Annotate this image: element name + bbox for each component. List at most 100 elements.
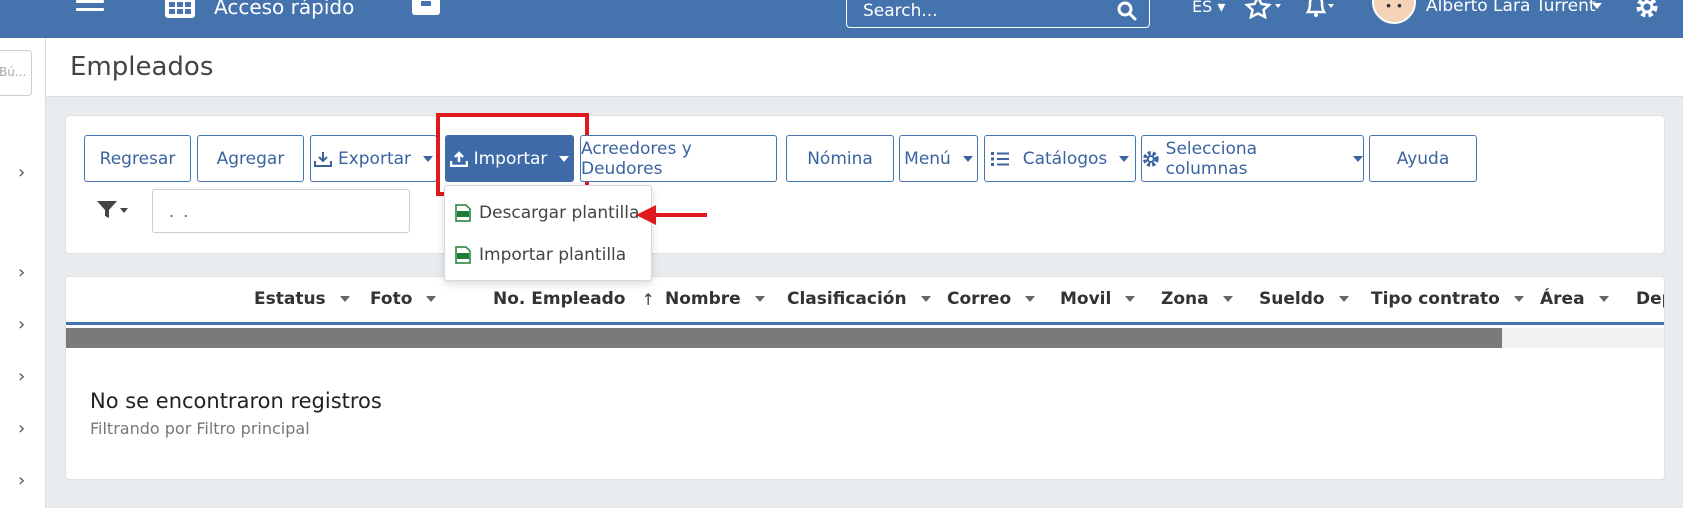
- sidebar-expand-chevron-icon[interactable]: ›: [18, 366, 25, 387]
- filter-input[interactable]: . .: [152, 189, 410, 233]
- sidebar-search-placeholder: Bú...: [0, 65, 27, 79]
- sort-caret-icon[interactable]: [339, 296, 350, 302]
- chevron-down-icon: [1119, 155, 1130, 162]
- search-placeholder: Search...: [863, 1, 938, 21]
- help-button-label: Ayuda: [1396, 148, 1450, 169]
- column-label: Sueldo: [1259, 289, 1325, 309]
- column-header-contract-type[interactable]: Tipo contrato: [1371, 289, 1524, 309]
- column-label: Dep: [1636, 289, 1664, 309]
- employees-table-card: Estatus Foto No. Empleado ↑ Nombre Clasif…: [65, 276, 1665, 480]
- xls-file-icon: [455, 246, 471, 264]
- creditors-debtors-button[interactable]: Acreedores y Deudores: [580, 135, 777, 182]
- add-button[interactable]: Agregar: [197, 135, 304, 182]
- column-header-status[interactable]: Estatus: [254, 289, 350, 309]
- xls-file-icon: [455, 204, 471, 222]
- sidebar-expand-chevron-icon[interactable]: ›: [18, 162, 25, 183]
- sidebar-expand-chevron-icon[interactable]: ›: [18, 418, 25, 439]
- download-icon: [313, 151, 332, 167]
- empty-state-title: No se encontraron registros: [90, 389, 382, 413]
- select-columns-button[interactable]: Selecciona columnas: [1141, 135, 1364, 182]
- menu-dropdown-button[interactable]: Menú: [899, 135, 978, 182]
- sort-caret-icon[interactable]: [1125, 296, 1136, 302]
- column-label: Foto: [370, 289, 413, 309]
- chevron-down-icon: [1353, 155, 1363, 162]
- help-button[interactable]: Ayuda: [1369, 135, 1477, 182]
- horizontal-scrollbar-thumb[interactable]: [66, 328, 1502, 348]
- chevron-down-icon: [962, 155, 973, 162]
- page-header: Empleados: [46, 38, 1683, 97]
- sort-caret-icon[interactable]: [1513, 296, 1524, 302]
- sort-caret-icon[interactable]: [426, 296, 437, 302]
- payroll-button[interactable]: Nómina: [786, 135, 894, 182]
- menu-item-download-template[interactable]: Descargar plantilla: [455, 199, 639, 227]
- column-header-department[interactable]: Dep: [1636, 289, 1664, 309]
- sort-caret-icon[interactable]: [1598, 296, 1609, 302]
- sort-caret-icon[interactable]: [920, 296, 931, 302]
- column-label: Clasificación: [787, 289, 907, 309]
- gear-icon[interactable]: [1634, 0, 1660, 20]
- column-header-employee-number[interactable]: No. Empleado ↑: [493, 289, 655, 309]
- column-header-mobile[interactable]: Movil: [1060, 289, 1136, 309]
- user-menu-chevron-icon[interactable]: [1592, 3, 1602, 9]
- column-header-photo[interactable]: Foto: [370, 289, 437, 309]
- column-label: Estatus: [254, 289, 326, 309]
- filter-icon[interactable]: [97, 201, 129, 219]
- language-selector[interactable]: ES ▾: [1192, 0, 1225, 16]
- user-avatar[interactable]: [1372, 0, 1416, 24]
- column-label: No. Empleado: [493, 289, 626, 309]
- language-label: ES: [1192, 0, 1213, 16]
- menu-item-import-template[interactable]: Importar plantilla: [455, 241, 626, 269]
- sidebar-expand-chevron-icon[interactable]: ›: [18, 470, 25, 491]
- back-button[interactable]: Regresar: [84, 135, 191, 182]
- import-dropdown-menu: Descargar plantilla Importar plantilla: [444, 185, 652, 281]
- user-name[interactable]: Alberto Lara Turrent: [1426, 0, 1596, 16]
- red-arrow-annotation-icon: [636, 205, 707, 225]
- catalogs-button-label: Catálogos: [1022, 148, 1108, 169]
- bell-icon[interactable]: [1300, 0, 1336, 19]
- sort-caret-icon[interactable]: [1222, 296, 1233, 302]
- menu-item-label: Importar plantilla: [479, 245, 627, 265]
- column-header-salary[interactable]: Sueldo: [1259, 289, 1349, 309]
- empty-state-subtitle: Filtrando por Filtro principal: [90, 419, 310, 438]
- column-header-area[interactable]: Área: [1540, 289, 1609, 309]
- gear-icon: [1142, 150, 1159, 167]
- column-header-email[interactable]: Correo: [947, 289, 1036, 309]
- filter-input-value: . .: [169, 202, 191, 221]
- column-label: Área: [1540, 289, 1585, 309]
- sort-caret-icon[interactable]: [1338, 296, 1349, 302]
- column-header-classification[interactable]: Clasificación: [787, 289, 931, 309]
- export-button-label: Exportar: [337, 148, 412, 169]
- back-button-label: Regresar: [99, 148, 176, 169]
- list-icon: [990, 151, 1009, 166]
- top-navbar: Acceso rápido Search... ES ▾ Alberto Lar…: [0, 0, 1683, 38]
- hamburger-menu-icon[interactable]: [76, 0, 104, 18]
- left-sidebar: Bú... › › › › › ›: [0, 38, 46, 508]
- sort-caret-icon[interactable]: [1025, 296, 1036, 302]
- column-header-zone[interactable]: Zona: [1161, 289, 1233, 309]
- search-input[interactable]: Search...: [846, 0, 1150, 28]
- horizontal-scrollbar-track[interactable]: [1502, 328, 1664, 348]
- column-header-name[interactable]: Nombre: [665, 289, 765, 309]
- star-icon[interactable]: [1244, 0, 1284, 19]
- sort-caret-icon[interactable]: [754, 296, 765, 302]
- column-label: Zona: [1161, 289, 1209, 309]
- quick-access-link[interactable]: Acceso rápido: [214, 0, 354, 19]
- menu-item-label: Descargar plantilla: [479, 203, 640, 223]
- page-title: Empleados: [70, 52, 214, 82]
- catalogs-dropdown-button[interactable]: Catálogos: [984, 135, 1136, 182]
- sort-ascending-icon[interactable]: ↑: [641, 290, 654, 309]
- select-columns-label: Selecciona columnas: [1165, 138, 1258, 179]
- briefcase-icon[interactable]: [409, 0, 443, 17]
- export-button[interactable]: Exportar: [310, 135, 437, 182]
- search-icon[interactable]: [1117, 1, 1137, 21]
- column-label: Correo: [947, 289, 1012, 309]
- sidebar-expand-chevron-icon[interactable]: ›: [18, 314, 25, 335]
- menu-button-label: Menú: [904, 148, 951, 169]
- chevron-down-icon: [423, 155, 434, 162]
- sidebar-expand-chevron-icon[interactable]: ›: [18, 262, 25, 283]
- grid-icon[interactable]: [165, 0, 195, 18]
- sidebar-search-input[interactable]: Bú...: [0, 50, 32, 96]
- highlight-box: [436, 113, 589, 196]
- creditors-button-label: Acreedores y Deudores: [581, 138, 692, 179]
- table-header: Estatus Foto No. Empleado ↑ Nombre Clasif…: [66, 277, 1664, 325]
